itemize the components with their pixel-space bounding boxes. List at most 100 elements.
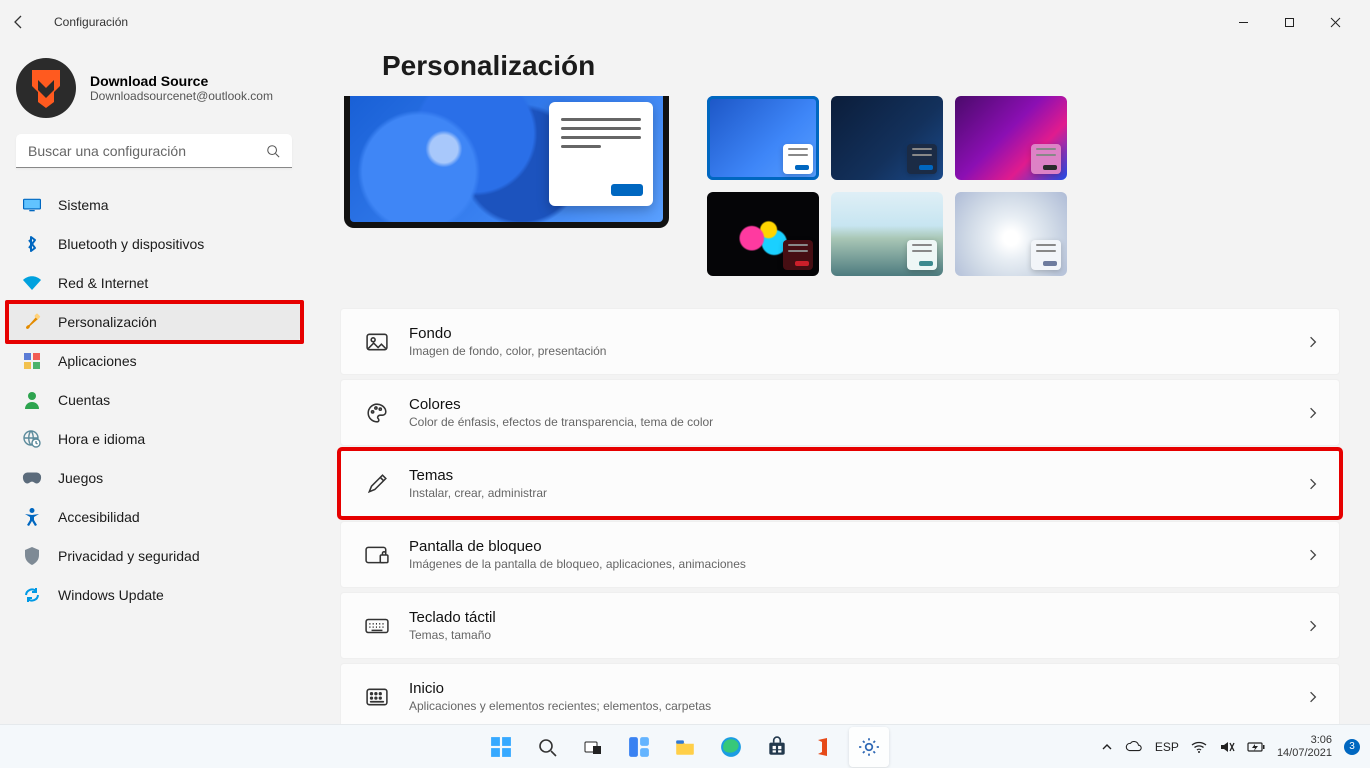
paintbrush-icon	[22, 313, 42, 331]
pen-icon	[363, 473, 391, 495]
sidebar-item-apps[interactable]: Aplicaciones	[8, 342, 300, 380]
sidebar-item-label: Aplicaciones	[58, 353, 137, 369]
theme-thumb-1[interactable]	[707, 96, 819, 180]
sidebar-item-system[interactable]: Sistema	[8, 186, 300, 224]
setting-themes[interactable]: TemasInstalar, crear, administrar	[340, 450, 1340, 517]
sidebar-item-access[interactable]: Accesibilidad	[8, 498, 300, 536]
wifi-icon	[22, 276, 42, 290]
setting-text: InicioAplicaciones y elementos recientes…	[409, 680, 1309, 713]
theme-thumb-2[interactable]	[831, 96, 943, 180]
clock-time: 3:06	[1277, 734, 1332, 747]
image-icon	[363, 333, 391, 351]
user-name: Download Source	[90, 73, 273, 89]
volume-tray-icon[interactable]	[1219, 740, 1235, 754]
setting-title: Colores	[409, 396, 1309, 413]
setting-desc: Imagen de fondo, color, presentación	[409, 344, 1309, 358]
main: Personalización Fondo Imagen de fondo, co…	[310, 44, 1370, 724]
sidebar-item-time[interactable]: Hora e idioma	[8, 420, 300, 458]
battery-tray-icon[interactable]	[1247, 742, 1265, 752]
lockscreen-icon	[363, 546, 391, 564]
theme-thumb-4[interactable]	[707, 192, 819, 276]
setting-text: TemasInstalar, crear, administrar	[409, 467, 1309, 500]
setting-lock[interactable]: Pantalla de bloqueoImágenes de la pantal…	[340, 521, 1340, 588]
clock[interactable]: 3:06 14/07/2021	[1277, 734, 1332, 759]
apps-icon	[22, 353, 42, 369]
theme-mini-preview	[1031, 240, 1061, 270]
widgets-icon[interactable]	[619, 727, 659, 767]
sidebar-item-accounts[interactable]: Cuentas	[8, 381, 300, 419]
theme-mini-preview	[783, 240, 813, 270]
setting-title: Pantalla de bloqueo	[409, 538, 1309, 555]
start-button[interactable]	[481, 727, 521, 767]
theme-grid	[707, 96, 1067, 276]
theme-thumb-6[interactable]	[955, 192, 1067, 276]
shield-icon	[22, 547, 42, 565]
settings-app-icon[interactable]	[849, 727, 889, 767]
chevron-right-icon	[1309, 548, 1317, 562]
sidebar-item-label: Juegos	[58, 470, 103, 486]
setting-text: Pantalla de bloqueoImágenes de la pantal…	[409, 538, 1309, 571]
theme-mini-preview	[1031, 144, 1061, 174]
app-title: Configuración	[54, 15, 128, 29]
sidebar-item-personal[interactable]: Personalización	[8, 303, 300, 341]
notification-badge[interactable]: 3	[1344, 739, 1360, 755]
taskbar-search-icon[interactable]	[527, 727, 567, 767]
sidebar-item-label: Hora e idioma	[58, 431, 145, 447]
accessibility-icon	[22, 508, 42, 526]
chevron-right-icon	[1309, 619, 1317, 633]
gamepad-icon	[22, 471, 42, 485]
preview-row	[344, 96, 1340, 276]
theme-mini-preview	[783, 144, 813, 174]
nav: Sistema Bluetooth y dispositivos Red & Int…	[8, 186, 300, 614]
sidebar-item-label: Privacidad y seguridad	[58, 548, 200, 564]
user-email: Downloadsourcenet@outlook.com	[90, 89, 273, 103]
user-card[interactable]: Download Source Downloadsourcenet@outloo…	[8, 54, 300, 126]
system-tray: ESP 3:06 14/07/2021 3	[1101, 734, 1370, 759]
search-wrap	[8, 126, 300, 176]
taskbar-center	[481, 727, 889, 767]
sidebar-item-bluetooth[interactable]: Bluetooth y dispositivos	[8, 225, 300, 263]
setting-background[interactable]: Fondo Imagen de fondo, color, presentació…	[340, 308, 1340, 375]
settings-list: Fondo Imagen de fondo, color, presentació…	[340, 308, 1340, 724]
file-explorer-icon[interactable]	[665, 727, 705, 767]
sidebar-item-gaming[interactable]: Juegos	[8, 459, 300, 497]
store-icon[interactable]	[757, 727, 797, 767]
setting-colors[interactable]: ColoresColor de énfasis, efectos de tran…	[340, 379, 1340, 446]
search-input[interactable]	[16, 134, 292, 168]
edge-icon[interactable]	[711, 727, 751, 767]
minimize-button[interactable]	[1220, 6, 1266, 38]
sidebar-item-label: Accesibilidad	[58, 509, 140, 525]
window-controls	[1220, 6, 1358, 38]
sidebar-item-label: Sistema	[58, 197, 109, 213]
sidebar-item-update[interactable]: Windows Update	[8, 576, 300, 614]
sidebar-item-network[interactable]: Red & Internet	[8, 264, 300, 302]
sidebar-item-label: Windows Update	[58, 587, 164, 603]
setting-title: Temas	[409, 467, 1309, 484]
page-title: Personalización	[382, 50, 1340, 82]
chevron-right-icon	[1309, 690, 1317, 704]
language-indicator[interactable]: ESP	[1155, 740, 1179, 754]
sidebar-item-label: Bluetooth y dispositivos	[58, 236, 204, 252]
chevron-right-icon	[1309, 406, 1317, 420]
setting-start[interactable]: InicioAplicaciones y elementos recientes…	[340, 663, 1340, 724]
tray-chevron-icon[interactable]	[1101, 741, 1113, 753]
onedrive-icon[interactable]	[1125, 741, 1143, 753]
sidebar-item-privacy[interactable]: Privacidad y seguridad	[8, 537, 300, 575]
sidebar-item-label: Red & Internet	[58, 275, 148, 291]
office-icon[interactable]	[803, 727, 843, 767]
globe-clock-icon	[22, 430, 42, 448]
theme-thumb-3[interactable]	[955, 96, 1067, 180]
back-button[interactable]	[12, 14, 40, 30]
maximize-button[interactable]	[1266, 6, 1312, 38]
setting-title: Fondo	[409, 325, 1309, 342]
setting-touchkbd[interactable]: Teclado táctilTemas, tamaño	[340, 592, 1340, 659]
theme-thumb-5[interactable]	[831, 192, 943, 276]
task-view-icon[interactable]	[573, 727, 613, 767]
start-icon	[363, 688, 391, 706]
sidebar-item-label: Personalización	[58, 314, 157, 330]
wifi-tray-icon[interactable]	[1191, 741, 1207, 753]
chevron-right-icon	[1309, 335, 1317, 349]
setting-text: Teclado táctilTemas, tamaño	[409, 609, 1309, 642]
sidebar: Download Source Downloadsourcenet@outloo…	[0, 44, 310, 724]
close-button[interactable]	[1312, 6, 1358, 38]
